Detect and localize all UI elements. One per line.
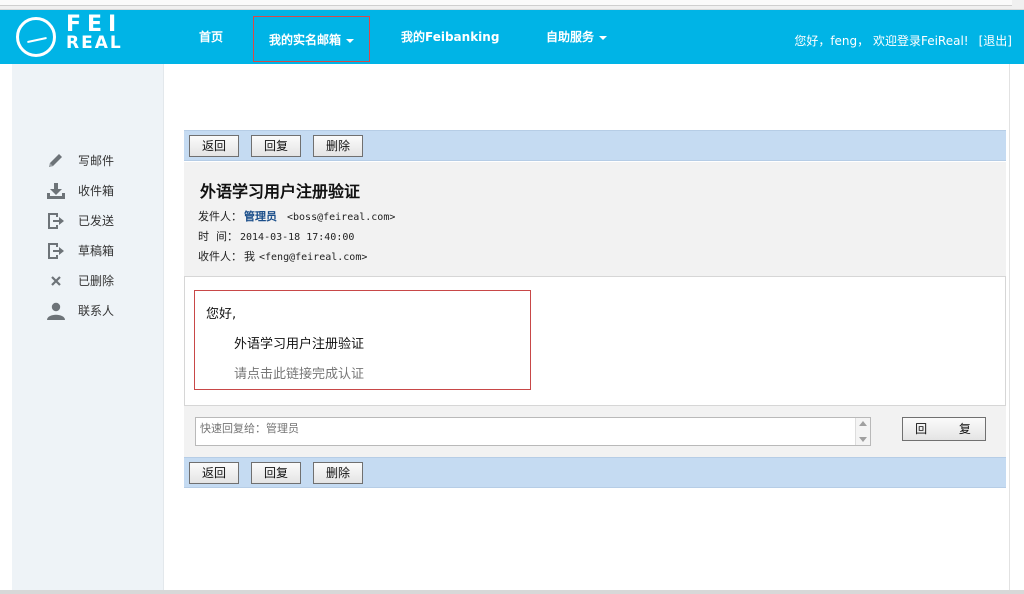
mail-subject: 外语学习用户注册验证 bbox=[200, 182, 361, 201]
mail-time: 时 间： 2014-03-18 17:40:00 bbox=[198, 228, 354, 244]
quick-reply-scrollbar[interactable] bbox=[855, 418, 870, 445]
delete-button[interactable]: 删除 bbox=[313, 462, 363, 484]
person-icon bbox=[47, 302, 65, 320]
mail-from: 发件人： 管理员 <boss@feireal.com> bbox=[198, 208, 395, 224]
logout-link[interactable]: [退出] bbox=[979, 34, 1012, 48]
nav-self-service-label: 自助服务 bbox=[546, 30, 595, 44]
body-greeting: 您好, bbox=[206, 307, 237, 322]
time-value: 2014-03-18 17:40:00 bbox=[240, 232, 355, 243]
nav-self-service[interactable]: 自助服务 bbox=[546, 10, 608, 64]
content-right-border bbox=[1009, 64, 1010, 590]
browser-top-strip bbox=[0, 0, 1024, 10]
top-header: FEI REAL 首页 我的实名邮箱 我的Feibanking 自助服务 您好，… bbox=[0, 10, 1024, 64]
quick-reply-button[interactable]: 回 复 bbox=[902, 417, 986, 441]
drafts-export-icon bbox=[48, 243, 64, 259]
sidebar-item-label: 草稿箱 bbox=[78, 244, 115, 258]
window-bottom-border bbox=[0, 590, 1024, 594]
recipient-address: <feng@feireal.com> bbox=[259, 252, 368, 263]
from-label: 发件人： bbox=[198, 210, 242, 223]
nav-my-mailbox-label: 我的实名邮箱 bbox=[268, 33, 341, 47]
welcome-text: 您好，feng， 欢迎登录FeiReal! bbox=[794, 34, 969, 48]
nav-my-mailbox[interactable]: 我的实名邮箱 bbox=[253, 16, 370, 62]
to-label: 收件人： bbox=[198, 250, 242, 263]
sidebar: 写邮件 收件箱 已发送 草稿箱 已删除 联系人 bbox=[12, 64, 164, 590]
reply-button[interactable]: 回复 bbox=[251, 135, 301, 157]
scroll-down-icon[interactable] bbox=[859, 437, 867, 442]
sender-address: <boss@feireal.com> bbox=[287, 212, 396, 223]
nav-my-feibanking[interactable]: 我的Feibanking bbox=[401, 10, 499, 64]
chevron-down-icon bbox=[346, 38, 354, 43]
sidebar-item-label: 已发送 bbox=[78, 214, 115, 228]
time-label: 时 间： bbox=[198, 230, 238, 243]
body-line-title: 外语学习用户注册验证 bbox=[234, 337, 365, 352]
scroll-up-icon[interactable] bbox=[859, 421, 867, 426]
browser-top-strip-inner bbox=[0, 0, 1012, 6]
mail-to: 收件人：我 <feng@feireal.com> bbox=[198, 248, 367, 264]
mail-content-box: 您好, 外语学习用户注册验证 请点击此链接完成认证 bbox=[194, 290, 531, 390]
pencil-icon bbox=[49, 154, 62, 167]
sidebar-item-label: 联系人 bbox=[78, 304, 115, 318]
quick-reply-area: 回 复 bbox=[184, 406, 1006, 457]
sender-name[interactable]: 管理员 bbox=[244, 210, 277, 223]
recipient-name: 我 bbox=[244, 250, 255, 263]
sidebar-item-label: 已删除 bbox=[78, 274, 115, 288]
verification-link[interactable]: 请点击此链接完成认证 bbox=[234, 363, 364, 382]
sidebar-item-label: 收件箱 bbox=[78, 184, 115, 198]
sidebar-item-label: 写邮件 bbox=[78, 154, 115, 168]
quick-reply-input[interactable] bbox=[195, 417, 871, 446]
reply-button[interactable]: 回复 bbox=[251, 462, 301, 484]
mail-body: 您好, 外语学习用户注册验证 请点击此链接完成认证 bbox=[184, 276, 1006, 406]
inbox-download-icon bbox=[47, 183, 65, 199]
user-info: 您好，feng， 欢迎登录FeiReal! [退出] bbox=[794, 10, 1012, 72]
back-button[interactable]: 返回 bbox=[189, 135, 239, 157]
toolbar-bottom: 返回 回复 删除 bbox=[184, 457, 1006, 488]
close-x-icon bbox=[51, 276, 61, 286]
toolbar-top: 返回 回复 删除 bbox=[184, 130, 1006, 161]
mail-header: 外语学习用户注册验证 发件人： 管理员 <boss@feireal.com> 时 间… bbox=[184, 162, 1006, 276]
sent-export-icon bbox=[48, 213, 64, 229]
back-button[interactable]: 返回 bbox=[189, 462, 239, 484]
delete-button[interactable]: 删除 bbox=[313, 135, 363, 157]
main-nav: 首页 我的实名邮箱 我的Feibanking 自助服务 bbox=[0, 10, 780, 64]
nav-home[interactable]: 首页 bbox=[199, 10, 223, 64]
chevron-down-icon bbox=[599, 35, 608, 40]
